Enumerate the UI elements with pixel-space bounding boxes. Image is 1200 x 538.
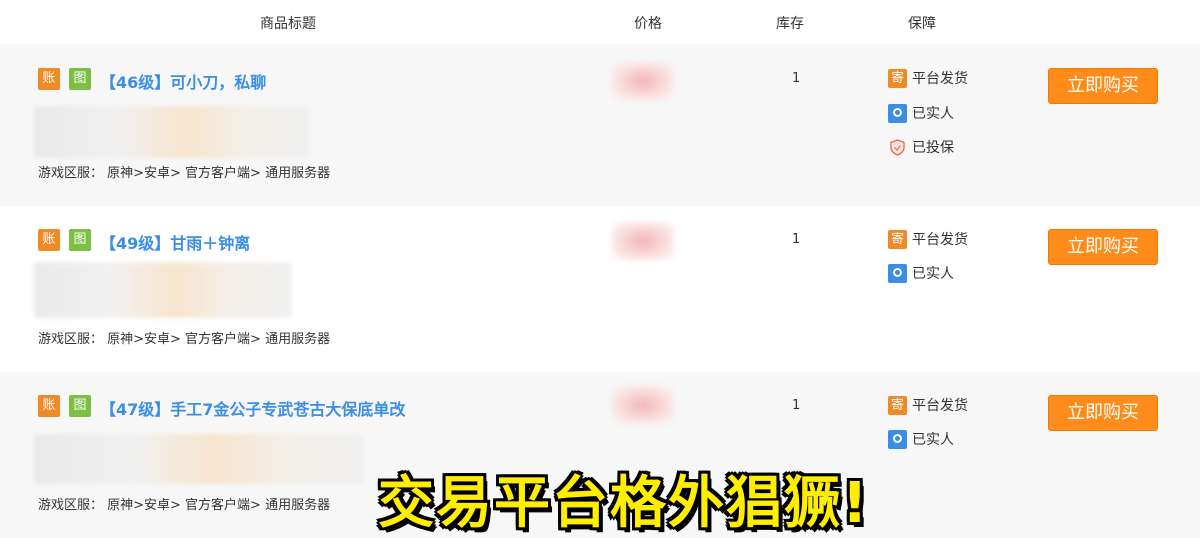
guarantee-label: 已实人 (912, 266, 954, 282)
guarantee-verified: 已实人 (888, 429, 954, 449)
column-header-title: 商品标题 (260, 16, 316, 32)
guarantee-verified: 已实人 (888, 263, 954, 283)
listing-region: 游戏区服： 原神>安卓> 官方客户端> 通用服务器 (38, 332, 331, 347)
verified-user-icon (888, 429, 907, 449)
listing-region: 游戏区服： 原神>安卓> 官方客户端> 通用服务器 (38, 166, 331, 181)
listing-title[interactable]: 【46级】可小刀，私聊 (100, 69, 266, 93)
guarantee-insured: 已投保 (888, 137, 954, 157)
guarantee-label: 已实人 (912, 106, 954, 122)
buy-now-button[interactable]: 立即购买 (1048, 68, 1158, 104)
table-row: 账 图 【49级】甘雨＋钟离 游戏区服： 原神>安卓> 官方客户端> 通用服务器… (0, 206, 1200, 372)
shipping-icon: 寄 (888, 229, 907, 249)
stock-count: 1 (792, 398, 801, 413)
overlay-caption: 交易平台格外猖獗! (378, 471, 870, 536)
table-row: 账 图 【46级】可小刀，私聊 游戏区服： 原神>安卓> 官方客户端> 通用服务… (0, 44, 1200, 206)
buy-now-button[interactable]: 立即购买 (1048, 229, 1158, 265)
guarantee-verified: 已实人 (888, 103, 954, 123)
verified-user-icon (888, 263, 907, 283)
image-tag-icon[interactable]: 图 (69, 229, 91, 251)
stock-count: 1 (792, 71, 801, 86)
shield-icon (888, 138, 907, 157)
guarantee-platform-shipping: 寄 平台发货 (888, 395, 968, 415)
verified-user-icon (888, 103, 907, 123)
listing-thumbnail-blurred (34, 106, 310, 158)
account-tag-icon: 账 (38, 395, 60, 417)
listing-title[interactable]: 【49级】甘雨＋钟离 (100, 230, 250, 254)
price-blurred (612, 386, 674, 424)
guarantee-label: 平台发货 (912, 398, 968, 414)
column-header-price: 价格 (634, 16, 662, 32)
guarantee-label: 平台发货 (912, 232, 968, 248)
guarantee-platform-shipping: 寄 平台发货 (888, 229, 968, 249)
guarantee-label: 平台发货 (912, 71, 968, 87)
listing-thumbnail-blurred (34, 262, 292, 318)
table-header: 商品标题 价格 库存 保障 (0, 0, 1200, 44)
guarantee-label: 已实人 (912, 432, 954, 448)
column-header-stock: 库存 (776, 16, 804, 32)
image-tag-icon[interactable]: 图 (69, 395, 91, 417)
listing-title[interactable]: 【47级】手工7金公子专武苍古大保底单改 (100, 396, 405, 420)
buy-now-button[interactable]: 立即购买 (1048, 395, 1158, 431)
guarantee-platform-shipping: 寄 平台发货 (888, 68, 968, 88)
price-blurred (612, 222, 674, 260)
price-blurred (612, 62, 674, 100)
column-header-guarantee: 保障 (908, 16, 936, 32)
account-tag-icon: 账 (38, 229, 60, 251)
shipping-icon: 寄 (888, 68, 907, 88)
guarantee-label: 已投保 (912, 140, 954, 156)
image-tag-icon[interactable]: 图 (69, 68, 91, 90)
account-tag-icon: 账 (38, 68, 60, 90)
listing-thumbnail-blurred (34, 434, 364, 484)
shipping-icon: 寄 (888, 395, 907, 415)
listing-region: 游戏区服： 原神>安卓> 官方客户端> 通用服务器 (38, 498, 331, 513)
stock-count: 1 (792, 232, 801, 247)
